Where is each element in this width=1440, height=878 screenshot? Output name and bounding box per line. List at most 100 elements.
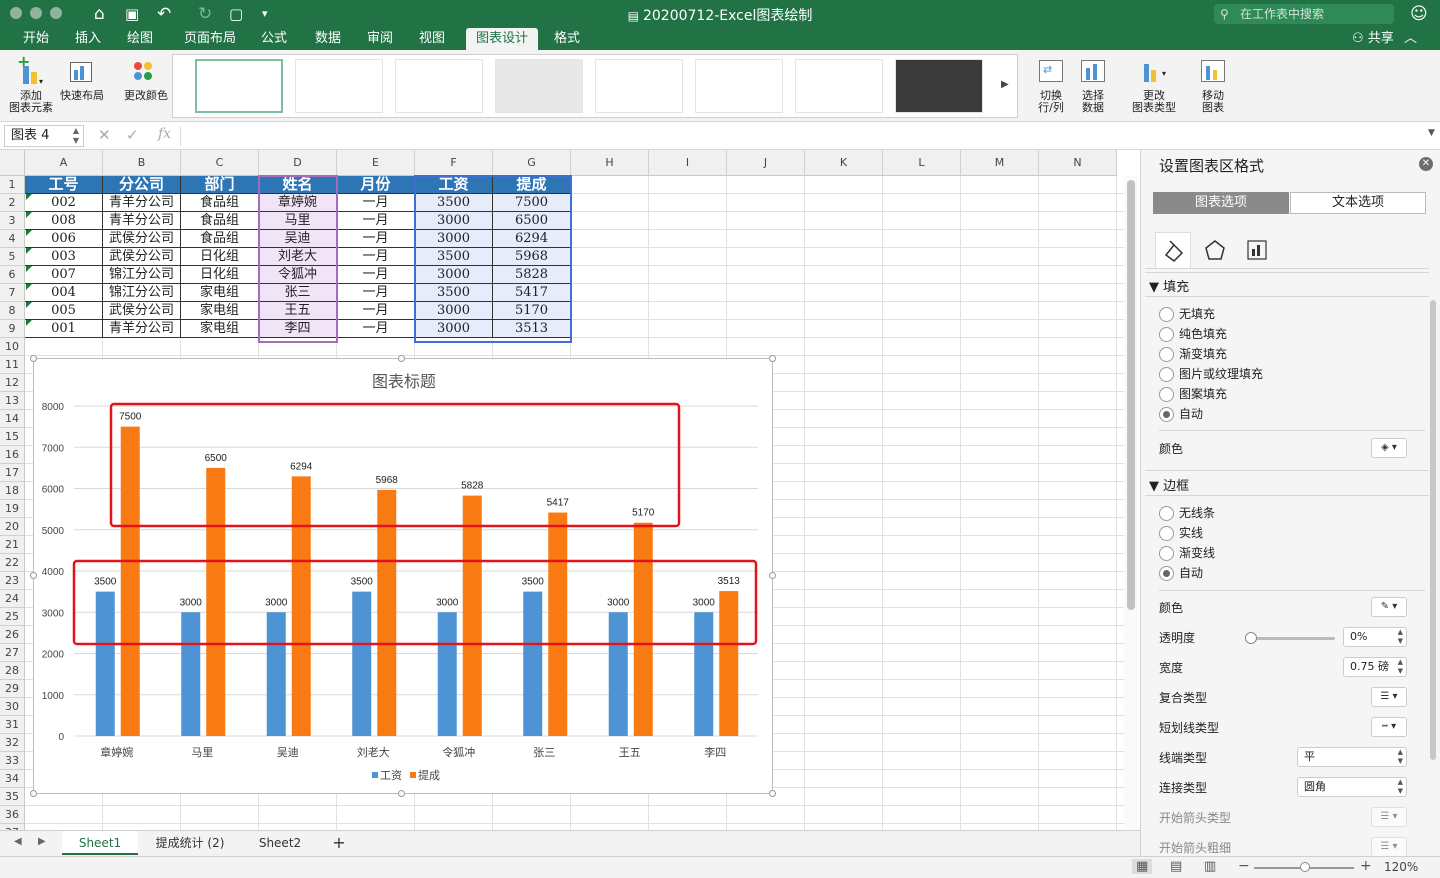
collapse-ribbon-icon[interactable]: ︿ [1404,31,1417,46]
fill-color-picker[interactable]: ◈ ▾ [1371,438,1407,458]
select-data-button[interactable]: 选择 数据 [1074,56,1112,114]
zoom-slider-thumb[interactable] [1300,862,1310,872]
table-cell[interactable]: 一月 [337,320,415,338]
resize-handle-tl[interactable] [30,355,37,362]
column-header-C[interactable]: C [181,150,259,176]
compound-type-picker[interactable]: ☰ ▾ [1371,687,1407,707]
column-header-F[interactable]: F [415,150,493,176]
resize-handle-right[interactable] [769,572,776,579]
join-type-select[interactable]: 圆角 ▲ ▼ [1297,777,1407,797]
ribbon-tab-3[interactable]: 页面布局 [176,28,244,50]
row-header-13[interactable]: 13 [0,392,25,410]
zoom-level[interactable]: 120% [1384,860,1418,874]
sheet-tab-sheet2[interactable]: Sheet2 [242,831,318,855]
fill-option-radio[interactable]: 图片或纹理填充 [1159,366,1263,382]
chart-style-3[interactable] [395,59,483,113]
table-cell[interactable]: 食品组 [181,230,259,248]
row-header-20[interactable]: 20 [0,518,25,536]
effects-tab[interactable] [1197,232,1233,268]
ribbon-tab-7[interactable]: 视图 [414,28,450,50]
ribbon-tab-4[interactable]: 公式 [256,28,292,50]
formula-input[interactable] [180,126,1420,146]
chart-style-4[interactable] [495,59,583,113]
column-header-E[interactable]: E [337,150,415,176]
row-header-29[interactable]: 29 [0,680,25,698]
table-cell[interactable]: 一月 [337,266,415,284]
table-cell[interactable]: 一月 [337,212,415,230]
table-cell[interactable]: 锦江分公司 [103,284,181,302]
table-header-cell[interactable]: 部门 [181,176,259,194]
chart-style-6[interactable] [695,59,783,113]
row-header-36[interactable]: 36 [0,806,25,824]
column-header-N[interactable]: N [1039,150,1117,176]
column-header-H[interactable]: H [571,150,649,176]
table-cell[interactable]: 一月 [337,302,415,320]
sheet-tab-commission[interactable]: 提成统计 (2) [142,831,238,855]
transparency-slider[interactable] [1251,637,1335,640]
chart-style-1[interactable] [195,59,283,113]
resize-handle-tr[interactable] [769,355,776,362]
add-chart-element-button[interactable]: + ▾ 添加 图表元素 [8,54,54,114]
cancel-icon[interactable]: ✕ [98,126,111,144]
table-cell[interactable]: 武侯分公司 [103,302,181,320]
scrollbar-thumb[interactable] [1127,180,1135,610]
table-cell[interactable]: 家电组 [181,320,259,338]
column-header-D[interactable]: D [259,150,337,176]
table-cell[interactable]: 一月 [337,194,415,212]
row-header-12[interactable]: 12 [0,374,25,392]
change-colors-button[interactable]: 更改颜色 [120,56,172,102]
border-color-picker[interactable]: ✎ ▾ [1371,597,1407,617]
table-cell[interactable]: 002 [25,194,103,212]
fill-option-radio[interactable]: 渐变填充 [1159,346,1227,362]
ribbon-tab-1[interactable]: 插入 [70,28,106,50]
table-cell[interactable]: 001 [25,320,103,338]
close-pane-icon[interactable]: ✕ [1419,157,1433,171]
row-header-18[interactable]: 18 [0,482,25,500]
fill-line-tab[interactable] [1155,232,1191,268]
column-header-I[interactable]: I [649,150,727,176]
vertical-scrollbar[interactable] [1124,176,1138,830]
fill-option-radio[interactable]: 无填充 [1159,306,1215,322]
table-header-cell[interactable]: 工号 [25,176,103,194]
width-input[interactable]: 0.75 磅 ▲ ▼ [1343,657,1407,677]
page-break-view-icon[interactable]: ▥ [1204,859,1216,874]
size-properties-tab[interactable] [1239,232,1275,268]
fill-option-radio[interactable]: 纯色填充 [1159,326,1227,342]
row-header-23[interactable]: 23 [0,572,25,590]
insert-function-icon[interactable]: fx [158,126,171,142]
table-header-cell[interactable]: 月份 [337,176,415,194]
stepper-icon[interactable]: ▲ ▼ [1398,628,1403,646]
row-header-10[interactable]: 10 [0,338,25,356]
table-cell[interactable]: 食品组 [181,194,259,212]
row-header-21[interactable]: 21 [0,536,25,554]
row-header-24[interactable]: 24 [0,590,25,608]
resize-handle-left[interactable] [30,572,37,579]
table-cell[interactable]: 青羊分公司 [103,194,181,212]
row-header-2[interactable]: 2 [0,194,25,212]
table-cell[interactable]: 日化组 [181,248,259,266]
table-cell[interactable]: 一月 [337,248,415,266]
row-header-33[interactable]: 33 [0,752,25,770]
column-header-K[interactable]: K [805,150,883,176]
tab-text-options[interactable]: 文本选项 [1290,192,1426,214]
row-header-15[interactable]: 15 [0,428,25,446]
table-cell[interactable]: 007 [25,266,103,284]
column-header-B[interactable]: B [103,150,181,176]
row-header-11[interactable]: 11 [0,356,25,374]
cap-type-select[interactable]: 平 ▲ ▼ [1297,747,1407,767]
resize-handle-top[interactable] [398,355,405,362]
resize-handle-bottom[interactable] [398,790,405,797]
ribbon-tab-5[interactable]: 数据 [310,28,346,50]
gallery-next-icon[interactable]: ▶ [1001,79,1009,90]
resize-handle-bl[interactable] [30,790,37,797]
table-cell[interactable]: 家电组 [181,284,259,302]
change-chart-type-button[interactable]: ▾ 更改 图表类型 [1128,56,1180,114]
row-header-7[interactable]: 7 [0,284,25,302]
border-option-radio[interactable]: 实线 [1159,525,1203,541]
row-header-35[interactable]: 35 [0,788,25,806]
zoom-in-icon[interactable]: + [1360,858,1372,874]
row-header-9[interactable]: 9 [0,320,25,338]
table-cell[interactable]: 日化组 [181,266,259,284]
column-header-L[interactable]: L [883,150,961,176]
pane-scrollbar[interactable] [1430,300,1436,760]
